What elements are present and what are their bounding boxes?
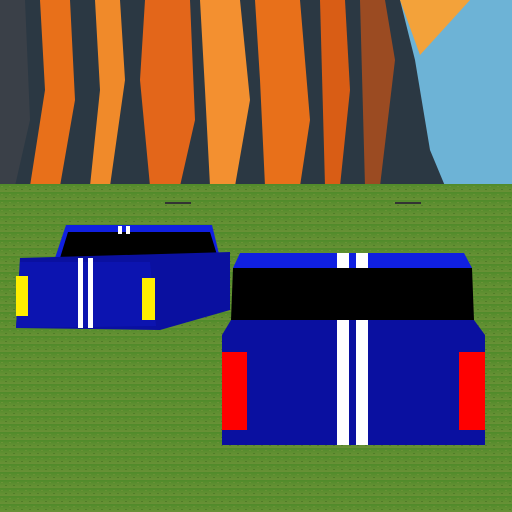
car-left-headlight: [16, 276, 28, 316]
car-right-body: [222, 320, 485, 445]
horizon-marker-right: [395, 202, 421, 204]
car-right: [222, 253, 485, 445]
car-left-headlight: [142, 278, 155, 320]
car-right-taillight: [222, 352, 247, 430]
car-left-stripe: [78, 258, 83, 328]
car-right-taillight: [459, 352, 485, 430]
car-left-stripe: [88, 258, 93, 328]
car-right-roof: [233, 253, 472, 268]
game-viewport: [0, 0, 512, 512]
horizon-marker-left: [165, 202, 191, 204]
lava-cliff: [0, 0, 470, 186]
